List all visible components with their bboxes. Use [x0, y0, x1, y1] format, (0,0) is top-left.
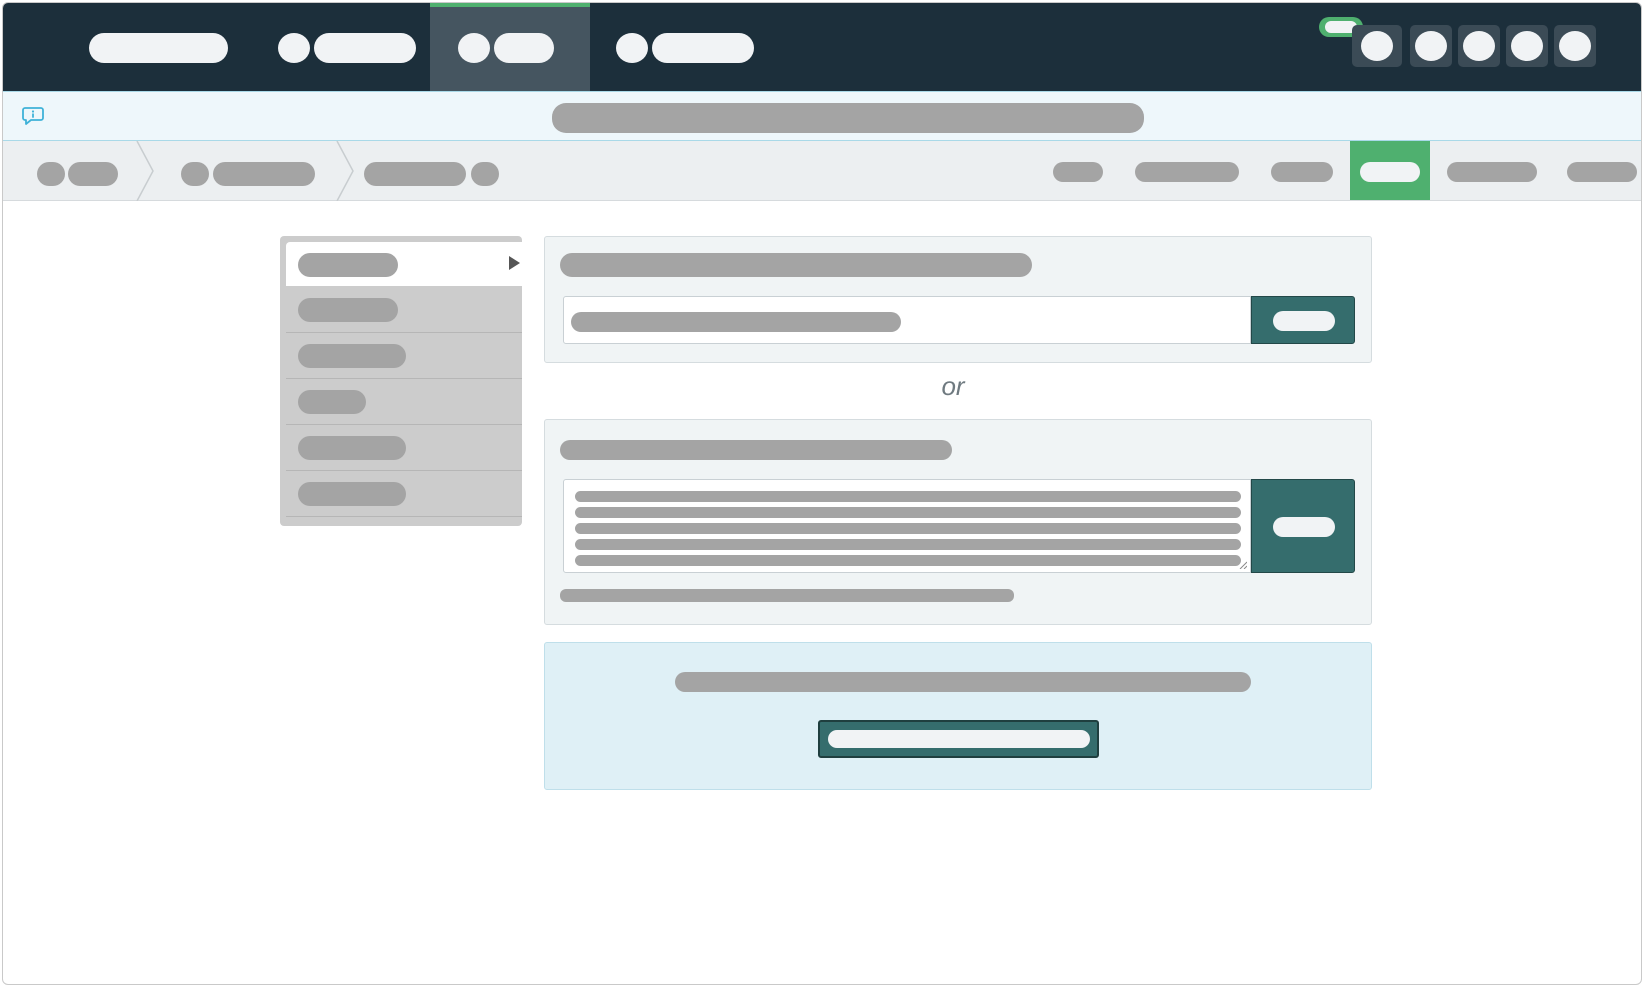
info-callout	[544, 642, 1372, 790]
info-callout-text	[675, 672, 1251, 692]
sidebar-item-2[interactable]	[286, 288, 522, 333]
toolbar-icon-button-2[interactable]	[1410, 25, 1452, 67]
breadcrumb-label	[213, 162, 315, 186]
tab-label	[1360, 162, 1420, 182]
search-submit-button[interactable]	[1251, 296, 1355, 344]
breadcrumb-icon	[37, 162, 65, 186]
textarea-line	[575, 491, 1241, 502]
sidebar-item-label	[298, 482, 406, 506]
top-navigation	[3, 3, 1641, 91]
nav-label	[89, 33, 228, 63]
bulk-search-heading	[560, 440, 952, 460]
bulk-search-textarea[interactable]	[563, 479, 1251, 573]
announcement-text	[552, 103, 1144, 133]
search-input[interactable]	[563, 296, 1251, 344]
tab-label	[1567, 162, 1637, 182]
tab-label	[1271, 162, 1333, 182]
button-label	[1273, 517, 1335, 537]
breadcrumb-bar	[3, 141, 1641, 201]
browser-frame: or	[2, 2, 1642, 985]
sidebar-item-label	[298, 253, 398, 277]
nav-label	[494, 33, 554, 63]
tab-label	[1135, 162, 1239, 182]
nav-label	[652, 33, 754, 63]
textarea-line	[575, 523, 1241, 534]
nav-icon	[616, 33, 648, 63]
nav-item-3-active[interactable]	[430, 3, 590, 91]
nav-label	[314, 33, 416, 63]
tab-3[interactable]	[1261, 141, 1341, 200]
bulk-search-submit-button[interactable]	[1251, 479, 1355, 573]
search-input-placeholder	[571, 312, 901, 332]
sidebar-item-label	[298, 390, 366, 414]
toolbar-icon-button-1[interactable]	[1352, 25, 1402, 67]
search-panel-heading	[560, 253, 1032, 277]
textarea-line	[575, 555, 1241, 566]
toolbar-icon-button-4[interactable]	[1506, 25, 1548, 67]
sidebar-item-4[interactable]	[286, 380, 522, 425]
textarea-line	[575, 507, 1241, 518]
bulk-search-panel	[544, 419, 1372, 625]
tab-2[interactable]	[1125, 141, 1255, 200]
nav-item-2[interactable]	[253, 3, 430, 91]
sidebar-item-6[interactable]	[286, 472, 522, 517]
caret-right-icon	[509, 256, 520, 270]
nav-item-4[interactable]	[590, 3, 760, 91]
textarea-line	[575, 539, 1241, 550]
nav-icon	[458, 33, 490, 63]
sidebar-item-label	[298, 436, 406, 460]
breadcrumb-separator-icon	[136, 141, 154, 201]
tab-4-active[interactable]	[1350, 141, 1430, 200]
button-label	[1273, 311, 1335, 331]
button-label	[828, 730, 1090, 748]
sidebar-item-5[interactable]	[286, 426, 522, 471]
nav-icon	[278, 33, 310, 63]
toolbar-icon-button-5[interactable]	[1554, 25, 1596, 67]
announcement-bar	[3, 91, 1641, 141]
nav-item-1[interactable]	[63, 3, 253, 91]
primary-action-button[interactable]	[818, 720, 1099, 758]
tab-label	[1053, 162, 1103, 182]
breadcrumb-icon	[181, 162, 209, 186]
tab-6[interactable]	[1559, 141, 1641, 200]
tab-5[interactable]	[1439, 141, 1539, 200]
tab-label	[1447, 162, 1537, 182]
sidebar-item-label	[298, 298, 398, 322]
sidebar-item-1-active[interactable]	[286, 242, 522, 286]
breadcrumb-badge	[471, 162, 499, 186]
sidebar-item-label	[298, 344, 406, 368]
or-divider: or	[941, 371, 965, 401]
tab-1[interactable]	[1043, 141, 1115, 200]
search-panel	[544, 236, 1372, 363]
toolbar-icon-button-3[interactable]	[1458, 25, 1500, 67]
breadcrumb-label	[364, 162, 466, 186]
sidebar-item-3[interactable]	[286, 334, 522, 379]
sidebar-menu	[280, 236, 522, 526]
resize-handle-icon[interactable]	[1239, 561, 1247, 569]
breadcrumb-label	[68, 162, 118, 186]
breadcrumb-separator-icon	[336, 141, 354, 201]
bulk-search-hint	[560, 589, 1014, 602]
chat-info-icon[interactable]	[21, 104, 45, 128]
